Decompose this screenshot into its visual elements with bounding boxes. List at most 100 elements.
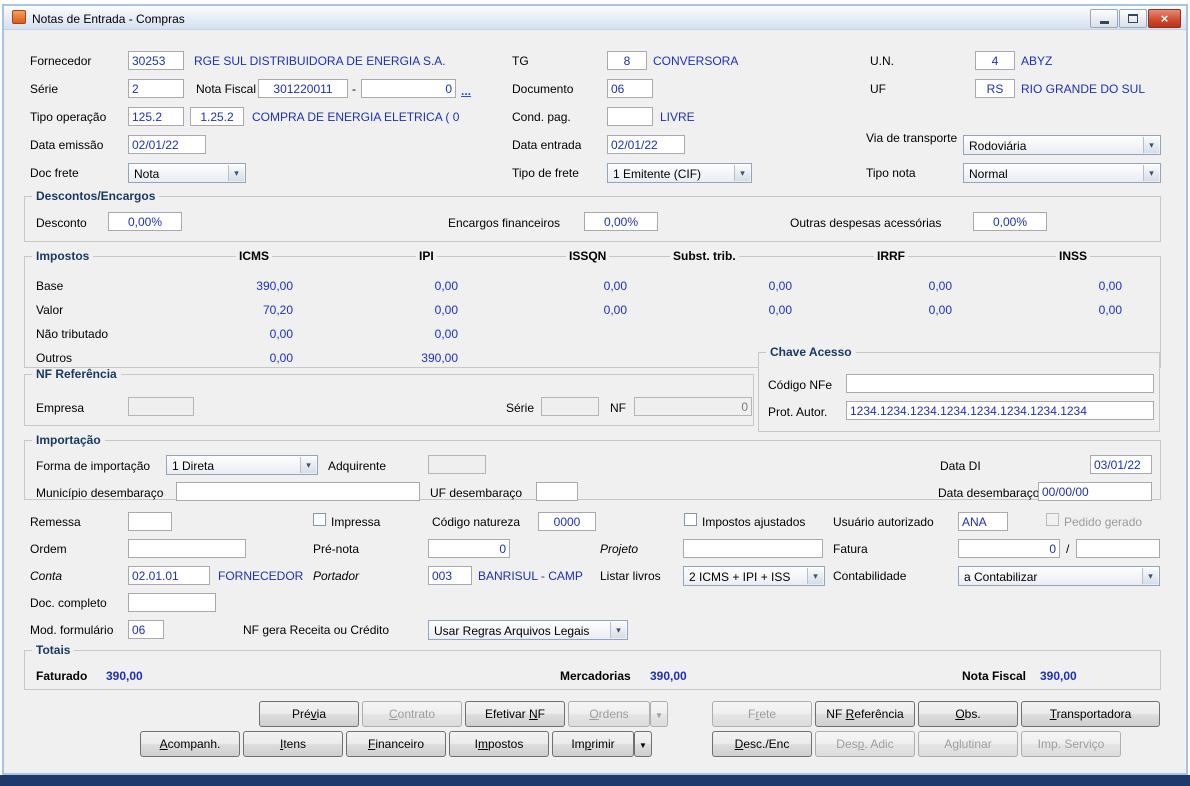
acompanh-button[interactable]: Acompanh.: [140, 731, 240, 757]
forma-importacao-value: 1 Direta: [172, 459, 215, 473]
portador-input[interactable]: [428, 566, 472, 585]
data-di-input[interactable]: [1090, 455, 1152, 474]
ordem-input[interactable]: [128, 539, 246, 558]
usuario-autorizado-input[interactable]: [958, 512, 1008, 531]
chave-acesso-title: Chave Acesso: [766, 346, 856, 359]
tipo-frete-select[interactable]: 1 Emitente (CIF) ▾: [607, 163, 752, 183]
nf-ref-nf-input: [634, 397, 752, 416]
via-transporte-select[interactable]: Rodoviária ▾: [963, 135, 1161, 155]
nf-referencia-button[interactable]: NF Referência: [815, 701, 915, 727]
via-transporte-value: Rodoviária: [969, 139, 1027, 153]
pre-nota-label: Pré-nota: [313, 542, 360, 556]
impostos-base-subst: 0,00: [768, 279, 792, 293]
impostos-col-subst: Subst. trib.: [670, 250, 739, 263]
contrato-button: Contrato: [362, 701, 462, 727]
data-emissao-input[interactable]: [128, 135, 206, 154]
desc-enc-button[interactable]: Desc./Enc: [712, 731, 812, 757]
tipo-operacao-input[interactable]: [128, 107, 184, 126]
chevron-down-icon: ▼: [639, 741, 647, 750]
impostos-row-base-label: Base: [36, 279, 64, 293]
outras-despesas-label: Outras despesas acessórias: [790, 216, 942, 230]
conta-input[interactable]: [128, 566, 210, 585]
codigo-nfe-label: Código NFe: [768, 378, 833, 392]
contabilidade-select[interactable]: a Contabilizar ▾: [958, 566, 1160, 586]
ordem-label: Ordem: [30, 542, 67, 556]
serie-input[interactable]: [128, 79, 184, 98]
doc-frete-select[interactable]: Nota ▾: [128, 163, 246, 183]
municipio-desembaraco-input[interactable]: [176, 482, 420, 501]
impressa-checkbox[interactable]: [313, 513, 326, 526]
impostos-valor-inss: 0,00: [1098, 303, 1122, 317]
forma-importacao-select[interactable]: 1 Direta ▾: [166, 455, 318, 475]
un-input[interactable]: [975, 51, 1015, 70]
previa-button[interactable]: Prévia: [259, 701, 359, 727]
impostos-col-inss: INSS: [1056, 250, 1091, 263]
impostos-base-ipi: 0,00: [434, 279, 458, 293]
uf-desembaraco-input[interactable]: [536, 482, 578, 501]
impostos-base-inss: 0,00: [1098, 279, 1122, 293]
doc-completo-input[interactable]: [128, 593, 216, 612]
financeiro-button[interactable]: Financeiro: [346, 731, 446, 757]
tg-input[interactable]: [607, 51, 647, 70]
data-entrada-input[interactable]: [607, 135, 685, 154]
itens-button[interactable]: Itens: [243, 731, 343, 757]
encargos-financeiros-input[interactable]: [584, 212, 658, 231]
tipo-operacao-natureza-input[interactable]: [190, 107, 244, 126]
imprimir-button[interactable]: Imprimir: [552, 731, 634, 757]
codigo-natureza-input[interactable]: [538, 512, 596, 531]
nota-fiscal-label: Nota Fiscal: [196, 82, 257, 96]
transportadora-button[interactable]: Transportadora: [1021, 701, 1160, 727]
nota-fiscal-sufixo-input[interactable]: [361, 79, 456, 98]
listar-livros-select[interactable]: 2 ICMS + IPI + ISS ▾: [683, 566, 825, 586]
un-desc: ABYZ: [1021, 54, 1053, 68]
projeto-input[interactable]: [683, 539, 823, 558]
documento-input[interactable]: [607, 79, 653, 98]
fornecedor-input[interactable]: [128, 51, 184, 70]
nf-gera-select[interactable]: Usar Regras Arquivos Legais ▾: [428, 620, 628, 640]
mercadorias-value: 390,00: [650, 669, 687, 683]
doc-frete-label: Doc frete: [30, 166, 79, 180]
via-transporte-label: Via de transporte: [866, 131, 958, 145]
impostos-col-irrf: IRRF: [874, 250, 908, 263]
chevron-down-icon: ▾: [1143, 165, 1159, 181]
nf-ref-empresa-label: Empresa: [36, 401, 85, 415]
uf-input[interactable]: [975, 79, 1015, 98]
uf-desc: RIO GRANDE DO SUL: [1021, 82, 1146, 96]
fornecedor-label: Fornecedor: [30, 54, 92, 68]
outras-despesas-input[interactable]: [973, 212, 1047, 231]
chevron-down-icon: ▾: [734, 165, 750, 181]
maximize-button[interactable]: [1119, 9, 1147, 28]
chevron-down-icon: ▾: [807, 568, 823, 584]
descontos-encargos-title: Descontos/Encargos: [32, 190, 160, 203]
mod-formulario-label: Mod. formulário: [30, 623, 114, 637]
imprimir-dropdown-button[interactable]: ▼: [634, 731, 652, 757]
desconto-input[interactable]: [108, 212, 182, 231]
data-di-label: Data DI: [940, 459, 981, 473]
nota-fiscal-browse-link[interactable]: ...: [461, 85, 471, 97]
nf-ref-empresa-input: [128, 397, 194, 416]
impressa-label: Impressa: [331, 515, 381, 529]
prot-autor-input[interactable]: [846, 401, 1154, 420]
cond-pag-input[interactable]: [607, 107, 653, 126]
impostos-valor-subst: 0,00: [768, 303, 792, 317]
tipo-nota-select[interactable]: Normal ▾: [963, 163, 1161, 183]
cond-pag-desc: LIVRE: [660, 110, 695, 124]
efetivar-nf-button[interactable]: Efetivar NF: [465, 701, 565, 727]
un-label: U.N.: [870, 54, 894, 68]
mod-formulario-input[interactable]: [128, 620, 164, 639]
fatura-input[interactable]: [958, 539, 1060, 558]
remessa-input[interactable]: [128, 512, 172, 531]
aglutinar-button: Aglutinar: [918, 731, 1018, 757]
minimize-button[interactable]: [1090, 9, 1118, 28]
nota-fiscal-numero-input[interactable]: [258, 79, 348, 98]
impostos-ajustados-checkbox[interactable]: [684, 513, 697, 526]
data-desembaraco-input[interactable]: [1038, 482, 1152, 501]
chevron-down-icon: ▾: [228, 165, 244, 181]
pre-nota-input[interactable]: [428, 539, 510, 558]
close-button[interactable]: ×: [1148, 9, 1181, 28]
codigo-nfe-input[interactable]: [846, 374, 1154, 393]
close-icon: ×: [1160, 10, 1169, 26]
obs-button[interactable]: Obs.: [918, 701, 1018, 727]
impostos-button[interactable]: Impostos: [449, 731, 549, 757]
fatura-parcela-input[interactable]: [1076, 539, 1160, 558]
